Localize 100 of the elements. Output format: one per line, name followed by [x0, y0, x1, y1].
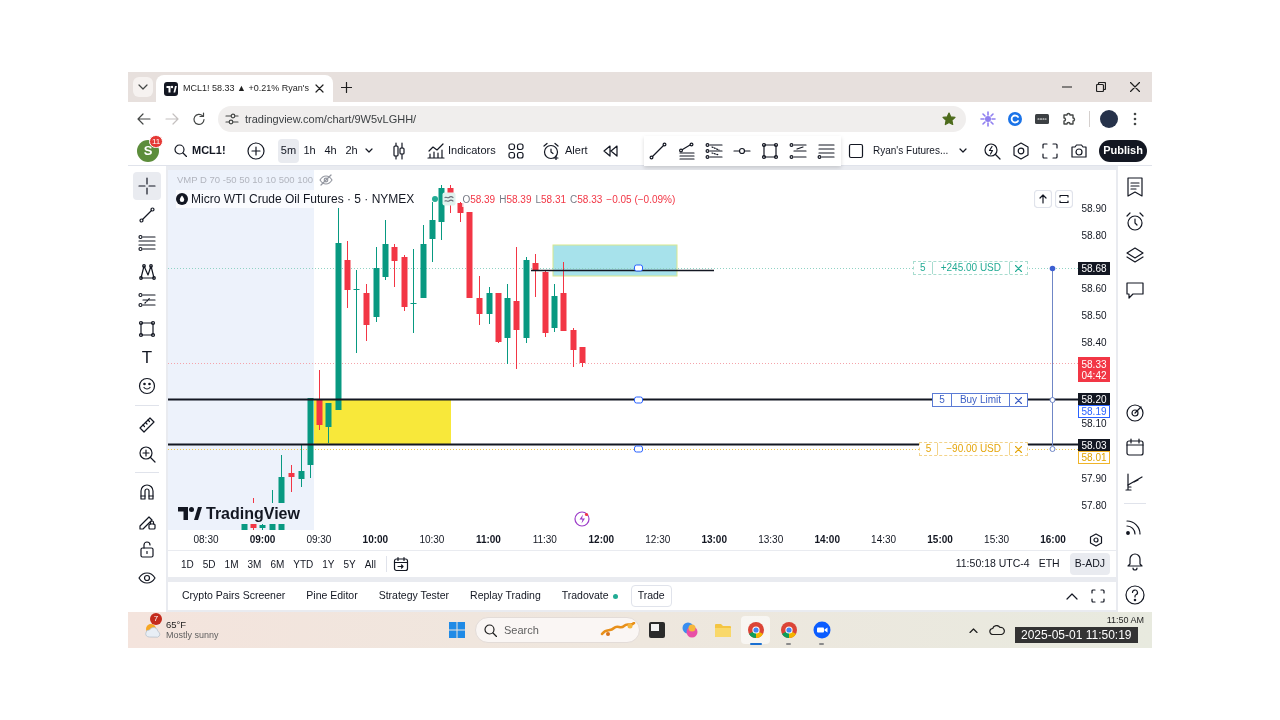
- drag-handle[interactable]: [634, 396, 643, 404]
- order-tag[interactable]: 5 Buy Limit: [932, 393, 1028, 407]
- target-icon[interactable]: [1124, 402, 1146, 425]
- add-icon[interactable]: [247, 141, 265, 160]
- grid-icon[interactable]: [508, 142, 524, 159]
- timezone-clock[interactable]: 11:50:18 UTC-4: [955, 556, 1030, 572]
- smiley-icon[interactable]: [138, 377, 156, 396]
- chevron-down-icon[interactable]: [365, 148, 373, 153]
- range-button[interactable]: 1Y: [322, 556, 335, 572]
- star-icon[interactable]: [942, 112, 956, 126]
- circles-icon[interactable]: [680, 621, 699, 639]
- layout-name[interactable]: Ryan's Futures...: [873, 143, 949, 158]
- range-button[interactable]: YTD: [293, 556, 314, 572]
- adjustment-button[interactable]: B-ADJ: [1069, 553, 1110, 575]
- chevron-down-icon[interactable]: [959, 148, 967, 153]
- document-icon[interactable]: [1124, 176, 1146, 199]
- rectangle-icon[interactable]: [761, 141, 779, 160]
- session-button[interactable]: ETH: [1038, 556, 1060, 572]
- settings-icon[interactable]: [1012, 141, 1030, 160]
- horizontal-line[interactable]: [530, 269, 715, 272]
- alarm-plus-icon[interactable]: [542, 141, 560, 160]
- restore-icon[interactable]: [1096, 82, 1106, 92]
- browser-icon[interactable]: [746, 621, 765, 639]
- drag-handle[interactable]: [634, 264, 643, 272]
- cloud-icon[interactable]: [989, 625, 1005, 635]
- rectangle-icon[interactable]: [138, 320, 156, 339]
- panel-tab[interactable]: Replay Trading: [470, 588, 541, 604]
- interval-button[interactable]: 5m: [278, 138, 299, 163]
- levels-icon[interactable]: [138, 291, 156, 310]
- fan-lines-icon[interactable]: [677, 141, 695, 160]
- calendar-icon[interactable]: [392, 556, 409, 572]
- avatar-icon[interactable]: [1100, 110, 1118, 128]
- zoom-in-icon[interactable]: [138, 444, 156, 463]
- square-icon[interactable]: [848, 142, 864, 159]
- eye-icon[interactable]: [138, 569, 156, 587]
- panel-tab[interactable]: Strategy Tester: [378, 588, 450, 604]
- panel-tab[interactable]: Crypto Pairs Screener: [182, 588, 286, 604]
- screen-icon[interactable]: [1033, 111, 1050, 127]
- indicators-button[interactable]: Indicators: [448, 142, 496, 159]
- interval-button[interactable]: 4h: [320, 138, 341, 163]
- range-button[interactable]: 6M: [270, 556, 285, 572]
- range-button[interactable]: 1D: [181, 556, 194, 572]
- publish-button[interactable]: Publish: [1099, 139, 1147, 162]
- rewind-icon[interactable]: [602, 144, 618, 157]
- crosshair-icon[interactable]: [133, 172, 161, 201]
- search-icon[interactable]: [983, 141, 1001, 160]
- lines-icon[interactable]: [817, 141, 835, 160]
- trend-line-icon[interactable]: [138, 205, 156, 224]
- pattern-icon[interactable]: [138, 263, 156, 282]
- fullscreen-icon[interactable]: [1042, 142, 1058, 159]
- search-icon[interactable]: [174, 144, 187, 157]
- candles-icon[interactable]: [392, 141, 406, 160]
- address-bar[interactable]: tradingview.com/chart/9W5vLGHH/: [218, 106, 966, 132]
- chevron-up-icon[interactable]: [968, 627, 978, 633]
- ruler-icon[interactable]: [138, 416, 156, 435]
- rectangle-zone[interactable]: [552, 244, 678, 277]
- bracket-line[interactable]: [1049, 265, 1056, 452]
- range-button[interactable]: All: [364, 556, 376, 572]
- range-button[interactable]: 5Y: [343, 556, 356, 572]
- interval-button[interactable]: 2h: [341, 138, 362, 163]
- camera-icon[interactable]: [1070, 142, 1088, 159]
- open-lock-icon[interactable]: [138, 540, 156, 559]
- alert-button[interactable]: Alert: [565, 142, 588, 159]
- symbol-name[interactable]: MCL1!: [192, 142, 226, 159]
- close-icon[interactable]: [1130, 82, 1140, 92]
- help-icon[interactable]: [1124, 583, 1146, 606]
- trend-line-icon[interactable]: [649, 141, 667, 160]
- interval-button[interactable]: 1h: [299, 138, 320, 163]
- levels-icon[interactable]: [789, 141, 807, 160]
- arrow-up-icon[interactable]: [1034, 190, 1052, 208]
- panel-tab[interactable]: Tradovate: [561, 588, 618, 604]
- range-button[interactable]: 3M: [247, 556, 262, 572]
- chevron-up-icon[interactable]: [1066, 592, 1078, 600]
- close-icon[interactable]: [315, 84, 324, 93]
- parallel-lines-icon[interactable]: [138, 234, 156, 253]
- lightning-icon[interactable]: [574, 511, 590, 527]
- maximize-icon[interactable]: [1091, 589, 1105, 603]
- plus-icon[interactable]: [340, 81, 352, 93]
- alarm-clock-icon[interactable]: [1124, 210, 1146, 233]
- dotted-levels-icon[interactable]: [705, 141, 723, 160]
- range-button[interactable]: 1M: [224, 556, 239, 572]
- window-icon[interactable]: [647, 621, 666, 639]
- indicators-icon[interactable]: [427, 142, 445, 159]
- search-field[interactable]: Search: [475, 617, 640, 643]
- panel-tab[interactable]: Pine Editor: [306, 588, 358, 604]
- weather-icon[interactable]: [143, 621, 161, 639]
- video-camera-icon[interactable]: [812, 621, 831, 639]
- puzzle-icon[interactable]: [1060, 111, 1077, 127]
- more-icon[interactable]: [1133, 112, 1137, 126]
- magnet-icon[interactable]: [138, 483, 156, 502]
- settings-icon[interactable]: [1089, 533, 1103, 547]
- ring-icon[interactable]: [1006, 111, 1023, 127]
- brackets-icon[interactable]: [1055, 190, 1073, 208]
- panel-button[interactable]: Trade: [630, 585, 672, 607]
- calendar-icon[interactable]: [1124, 436, 1146, 459]
- reload-icon[interactable]: [191, 112, 206, 126]
- back-arrow-icon[interactable]: [137, 113, 151, 125]
- eye-off-icon[interactable]: [319, 174, 334, 187]
- drag-handle[interactable]: [634, 445, 643, 453]
- site-settings-icon[interactable]: [225, 113, 239, 125]
